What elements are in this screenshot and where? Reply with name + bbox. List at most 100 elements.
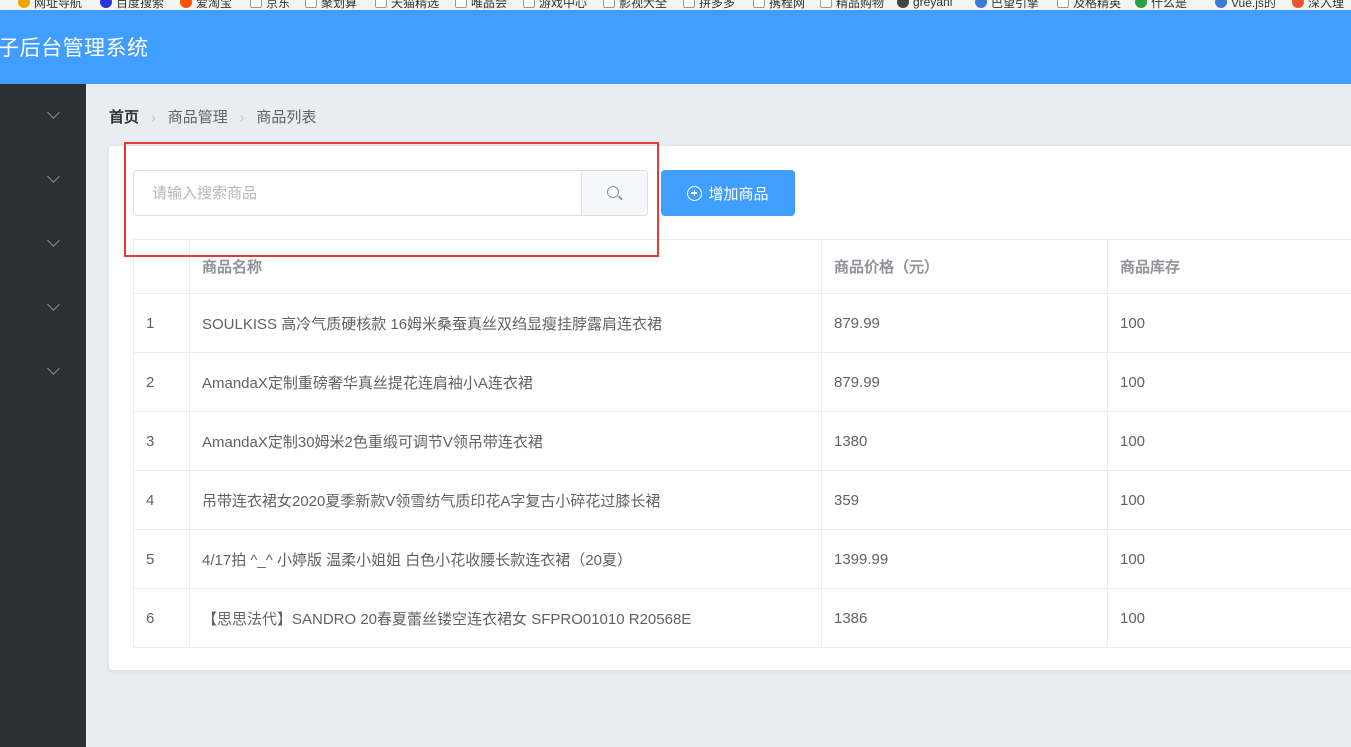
app-title: 子后台管理系统 <box>0 37 149 60</box>
bookmark-item[interactable]: 深入理 <box>1292 0 1344 10</box>
bookmark-label: 网址导航 <box>34 0 83 10</box>
row-stock: 100 <box>1107 470 1351 530</box>
chevron-down-icon <box>47 298 60 311</box>
breadcrumb-item-goods-management: 商品管理 <box>167 109 228 126</box>
row-stock: 100 <box>1107 588 1351 648</box>
globe-icon <box>18 0 30 8</box>
row-stock: 100 <box>1107 529 1351 589</box>
row-price: 879.99 <box>821 293 1108 353</box>
bookmark-item[interactable]: 唯品会 <box>455 0 507 10</box>
taobao-icon <box>180 0 192 8</box>
wolf-icon <box>897 0 909 8</box>
row-name: 4/17拍 ^_^ 小婷版 温柔小姐姐 白色小花收腰长款连衣裙（20夏） <box>189 529 822 589</box>
page-icon <box>250 0 262 8</box>
table-row[interactable]: 2 AmandaX定制重磅奢华真丝提花连肩袖小A连衣裙 879.99 100 <box>133 352 1351 412</box>
sidebar-menu-item-5[interactable] <box>0 340 86 404</box>
add-goods-label: 增加商品 <box>708 185 769 203</box>
bookmark-label: 百度搜索 <box>116 0 165 10</box>
table-row[interactable]: 4 吊带连衣裙女2020夏季新款V领雪纺气质印花A字复古小碎花过膝长裙 359 … <box>133 470 1351 530</box>
breadcrumb-separator-icon: › <box>151 108 156 125</box>
header-stock: 商品库存 <box>1107 239 1351 294</box>
bookmark-item[interactable]: 拼多多 <box>683 0 735 10</box>
row-index: 3 <box>133 411 190 471</box>
bookmark-item[interactable]: 京东 <box>250 0 290 10</box>
goods-list-card: 增加商品 商品名称 商品价格（元） 商品库存 1 SOULKISS 高冷气质硬核… <box>109 146 1351 670</box>
chevron-down-icon <box>47 362 60 375</box>
row-price: 359 <box>821 470 1108 530</box>
bookmark-item[interactable]: 爱淘宝 <box>180 0 232 10</box>
bookmark-item[interactable]: 天猫精选 <box>375 0 439 10</box>
page-icon <box>375 0 387 8</box>
row-name: 【思思法代】SANDRO 20春夏蕾丝镂空连衣裙女 SFPRO01010 R20… <box>189 588 822 648</box>
green-icon <box>1135 0 1147 8</box>
sidebar-menu-item-2[interactable] <box>0 148 86 212</box>
bookmark-label: 聚划算 <box>321 0 358 10</box>
goods-table: 商品名称 商品价格（元） 商品库存 1 SOULKISS 高冷气质硬核款 16姆… <box>133 239 1351 648</box>
bookmarks-bar: 网址导航 百度搜索 爱淘宝 京东 聚划算 天猫精选 唯品会 游戏中心 影视大全 拼多多 携程网 精品购… <box>0 0 1351 10</box>
bookmark-item[interactable]: 聚划算 <box>305 0 357 10</box>
breadcrumb-home[interactable]: 首页 <box>109 106 139 127</box>
add-goods-button[interactable]: 增加商品 <box>661 170 795 216</box>
bookmark-label: 巴望引擎 <box>991 0 1040 10</box>
bookmark-item[interactable]: 网址导航 <box>18 0 82 10</box>
row-index: 2 <box>133 352 190 412</box>
bookmark-item[interactable]: 什么是 <box>1135 0 1187 10</box>
bookmark-item[interactable]: greyani <box>897 0 952 10</box>
table-row[interactable]: 1 SOULKISS 高冷气质硬核款 16姆米桑蚕真丝双绉显瘦挂脖露肩连衣裙 8… <box>133 293 1351 353</box>
bookmark-item[interactable]: 游戏中心 <box>523 0 587 10</box>
row-price: 1399.99 <box>821 529 1108 589</box>
table-row[interactable]: 3 AmandaX定制30姆米2色重缎可调节V领吊带连衣裙 1380 100 <box>133 411 1351 471</box>
page-icon <box>820 0 832 8</box>
bookmark-label: 游戏中心 <box>539 0 588 10</box>
search-input[interactable] <box>134 171 581 215</box>
bookmark-label: 携程网 <box>769 0 806 10</box>
bookmark-item[interactable]: 及格精英 <box>1057 0 1121 10</box>
bookmark-label: greyani <box>913 0 953 9</box>
gear-icon <box>975 0 987 8</box>
sidebar <box>0 84 86 747</box>
row-name: AmandaX定制重磅奢华真丝提花连肩袖小A连衣裙 <box>189 352 822 412</box>
plus-circle-icon <box>687 185 703 201</box>
row-index: 5 <box>133 529 190 589</box>
header-price: 商品价格（元） <box>821 239 1108 294</box>
baidu-icon <box>100 0 112 8</box>
table-row[interactable]: 6 【思思法代】SANDRO 20春夏蕾丝镂空连衣裙女 SFPRO01010 R… <box>133 588 1351 648</box>
chevron-down-icon <box>47 106 60 119</box>
bookmark-item[interactable]: 影视大全 <box>603 0 667 10</box>
row-index: 4 <box>133 470 190 530</box>
bookmark-label: 天猫精选 <box>391 0 440 10</box>
page-icon <box>305 0 317 8</box>
bookmark-item[interactable]: Vue.js的 <box>1215 0 1276 10</box>
sidebar-menu-item-1[interactable] <box>0 84 86 148</box>
bookmark-label: 拼多多 <box>699 0 736 10</box>
row-name: AmandaX定制30姆米2色重缎可调节V领吊带连衣裙 <box>189 411 822 471</box>
row-price: 1380 <box>821 411 1108 471</box>
page-icon <box>603 0 615 8</box>
header-index <box>133 239 190 294</box>
row-name: 吊带连衣裙女2020夏季新款V领雪纺气质印花A字复古小碎花过膝长裙 <box>189 470 822 530</box>
row-price: 879.99 <box>821 352 1108 412</box>
page-icon <box>1057 0 1069 8</box>
sidebar-menu-item-3[interactable] <box>0 212 86 276</box>
row-name: SOULKISS 高冷气质硬核款 16姆米桑蚕真丝双绉显瘦挂脖露肩连衣裙 <box>189 293 822 353</box>
table-row[interactable]: 5 4/17拍 ^_^ 小婷版 温柔小姐姐 白色小花收腰长款连衣裙（20夏） 1… <box>133 529 1351 589</box>
bookmark-label: 深入理 <box>1308 0 1345 10</box>
page-icon <box>455 0 467 8</box>
bookmark-label: 京东 <box>266 0 291 10</box>
search-icon <box>607 186 619 198</box>
bookmark-label: 及格精英 <box>1073 0 1122 10</box>
table-header-row: 商品名称 商品价格（元） 商品库存 <box>133 239 1351 294</box>
bookmark-item[interactable]: 精品购物 <box>820 0 884 10</box>
bookmark-item[interactable]: 巴望引擎 <box>975 0 1039 10</box>
app-header: 子后台管理系统 <box>0 10 1351 84</box>
breadcrumb-separator-icon: › <box>239 108 245 125</box>
sidebar-menu-item-4[interactable] <box>0 276 86 340</box>
bookmark-item[interactable]: 百度搜索 <box>100 0 164 10</box>
chevron-down-icon <box>47 170 60 183</box>
bookmark-item[interactable]: 携程网 <box>753 0 805 10</box>
bookmark-label: 什么是 <box>1151 0 1188 10</box>
search-button[interactable] <box>581 171 647 215</box>
page-icon <box>683 0 695 8</box>
breadcrumb: 首页 › 商品管理 › 商品列表 <box>109 106 316 127</box>
chevron-down-icon <box>47 234 60 247</box>
